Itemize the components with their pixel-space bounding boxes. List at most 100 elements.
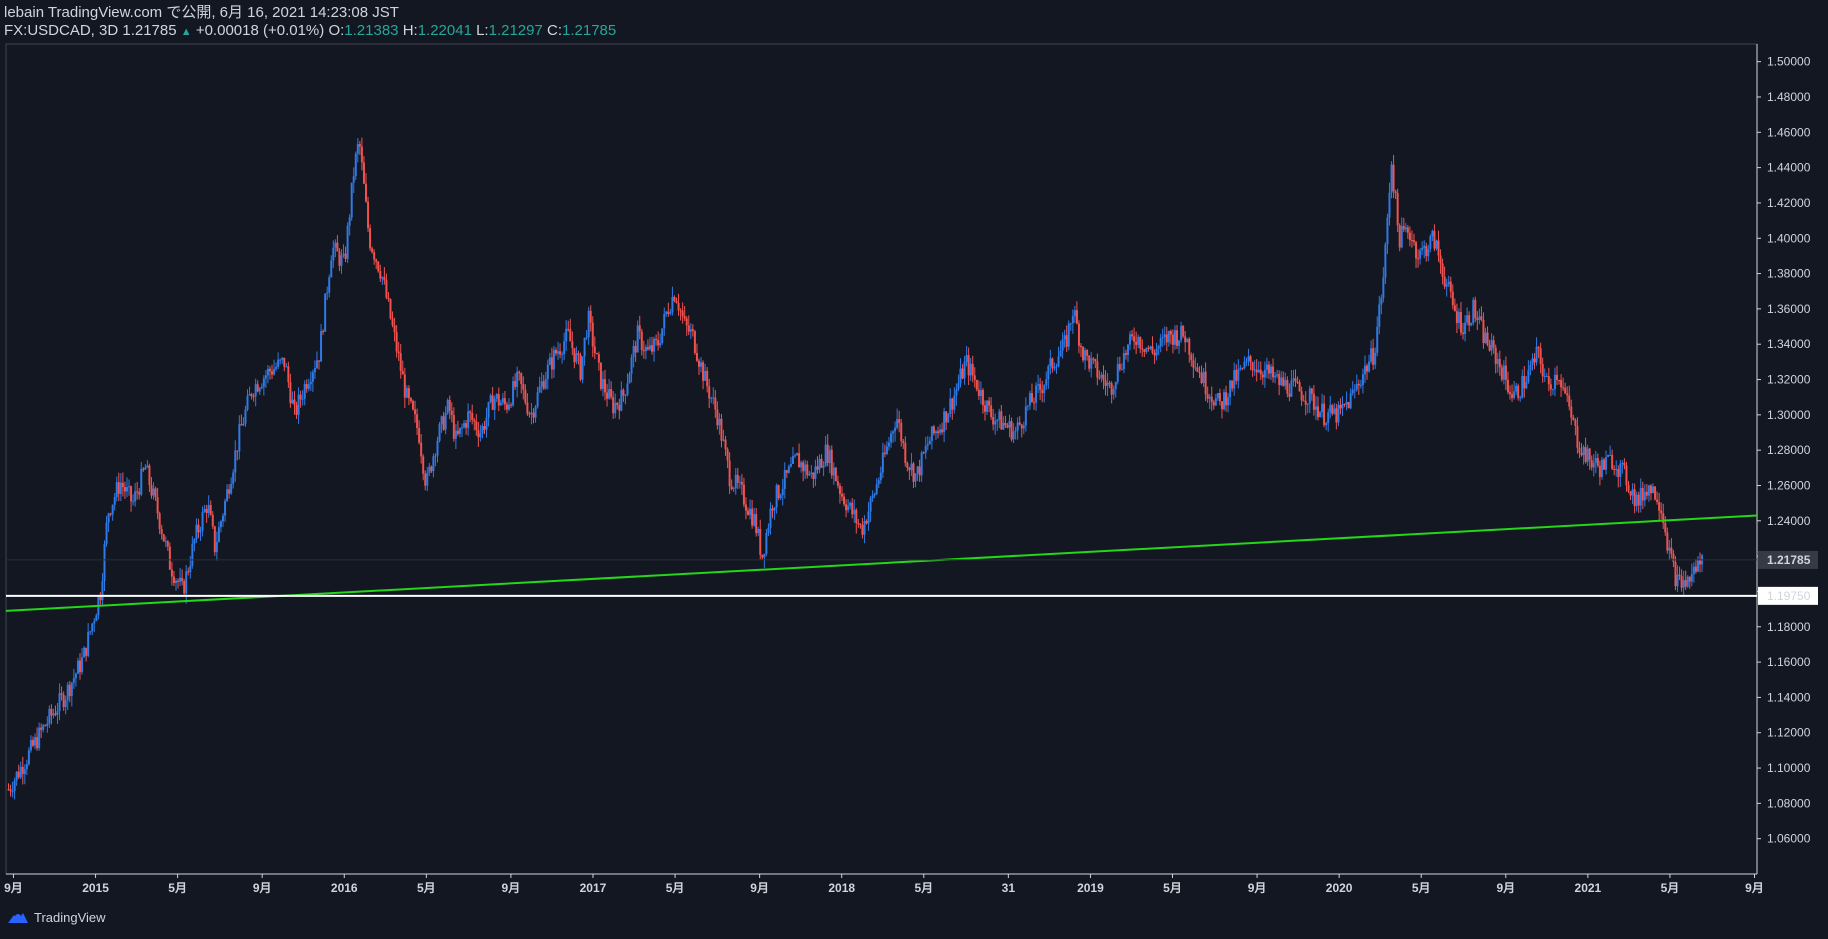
candle-body xyxy=(191,543,194,566)
candle-body xyxy=(883,452,886,454)
candle-body xyxy=(669,312,672,314)
candle-body xyxy=(360,146,363,163)
candle-body xyxy=(1316,406,1319,418)
candle-body xyxy=(297,394,300,415)
candle-body xyxy=(271,371,274,375)
candle-body xyxy=(56,711,59,715)
candle-body xyxy=(32,739,35,746)
candle-body xyxy=(1359,385,1362,387)
candle-body xyxy=(1617,469,1620,477)
candle-body xyxy=(1012,431,1015,440)
candle-body xyxy=(867,511,870,524)
candle-body xyxy=(528,413,531,415)
candle-body xyxy=(315,360,318,369)
candle-body xyxy=(683,316,686,319)
candle-body xyxy=(281,357,284,360)
candle-body xyxy=(461,427,464,429)
candle-body xyxy=(60,693,63,695)
candle-body xyxy=(369,228,372,249)
candle-body xyxy=(1045,379,1048,386)
candle-body xyxy=(816,466,819,470)
candle-body xyxy=(687,325,690,332)
candle-body xyxy=(1435,240,1438,249)
candle-body xyxy=(268,368,271,372)
candle-body xyxy=(693,331,696,353)
time-axis[interactable]: 9月 2015 5月 9月 2016 5月 9月 2017 5月 9月 2018 5月 31 2019 5月… xyxy=(4,874,1764,895)
candle-body xyxy=(219,521,222,528)
candle-body xyxy=(293,399,296,405)
candle-body xyxy=(420,442,423,457)
candle-body xyxy=(812,472,815,479)
candle-body xyxy=(256,384,259,392)
candle-body xyxy=(228,489,231,494)
candle-body xyxy=(1210,396,1213,402)
price-tick-label: 1.14000 xyxy=(1767,690,1811,704)
candle-body xyxy=(1116,364,1119,382)
candle-body xyxy=(166,541,169,547)
candle-body xyxy=(1173,330,1176,345)
candle-body xyxy=(1521,376,1524,398)
candle-body xyxy=(1478,316,1481,320)
time-tick-label: 9月 xyxy=(502,881,521,895)
candle-body xyxy=(1061,339,1064,351)
candle-body xyxy=(303,384,306,399)
candle-body xyxy=(407,388,410,399)
candle-body xyxy=(175,580,178,584)
candle-body xyxy=(1447,281,1450,285)
candle-body xyxy=(1386,217,1389,245)
candle-body xyxy=(1067,323,1070,347)
candle-body xyxy=(74,673,77,679)
candle-body xyxy=(1637,494,1640,506)
candle-body xyxy=(1408,232,1411,241)
candle-body xyxy=(951,398,954,410)
candle-body xyxy=(83,647,86,658)
candle-body xyxy=(162,534,165,542)
price-axis[interactable]: 1.50000 1.48000 1.46000 1.44000 1.42000 1.400… xyxy=(1757,55,1811,846)
candle-body xyxy=(873,493,876,496)
candle-body xyxy=(1063,335,1066,340)
candle-body xyxy=(201,511,204,531)
candle-body xyxy=(373,252,376,260)
candle-body xyxy=(46,723,49,726)
candle-body xyxy=(1182,325,1185,337)
candle-body xyxy=(579,354,582,380)
candle-body xyxy=(326,292,329,294)
candle-body xyxy=(587,310,590,338)
candle-body xyxy=(85,647,88,656)
candle-body xyxy=(777,485,780,499)
candle-body xyxy=(172,576,175,584)
candle-body xyxy=(885,446,888,454)
candle-body xyxy=(1357,383,1360,386)
chart[interactable]: 1.50000 1.48000 1.46000 1.44000 1.42000 1.400… xyxy=(0,0,1828,939)
candle-body xyxy=(252,396,255,398)
candle-body xyxy=(1419,250,1422,259)
candle-body xyxy=(238,424,241,452)
candle-body xyxy=(318,360,321,362)
candle-body xyxy=(714,397,717,410)
candle-body xyxy=(943,411,946,433)
candle-body xyxy=(518,371,521,374)
candle-body xyxy=(665,311,668,314)
candle-body xyxy=(205,508,208,514)
candle-body xyxy=(1560,380,1563,388)
candle-body xyxy=(994,421,997,425)
candle-body xyxy=(287,366,290,383)
candle-body xyxy=(258,388,261,392)
candle-body xyxy=(834,467,837,482)
candle-body xyxy=(348,217,351,226)
price-tick-label: 1.16000 xyxy=(1767,655,1811,669)
candle-body xyxy=(1449,281,1452,292)
candle-body xyxy=(434,455,437,457)
candle-body xyxy=(414,409,417,415)
candle-body xyxy=(1204,371,1207,395)
candle-body xyxy=(1464,322,1467,334)
candle-body xyxy=(1088,355,1091,369)
candle-body xyxy=(843,496,846,505)
candle-body xyxy=(217,527,220,542)
candle-body xyxy=(452,414,455,439)
candle-body xyxy=(988,400,991,406)
candle-body xyxy=(532,412,535,418)
candle-body xyxy=(646,347,649,350)
footer[interactable]: TradingView xyxy=(6,910,106,925)
candle-body xyxy=(1427,248,1430,257)
